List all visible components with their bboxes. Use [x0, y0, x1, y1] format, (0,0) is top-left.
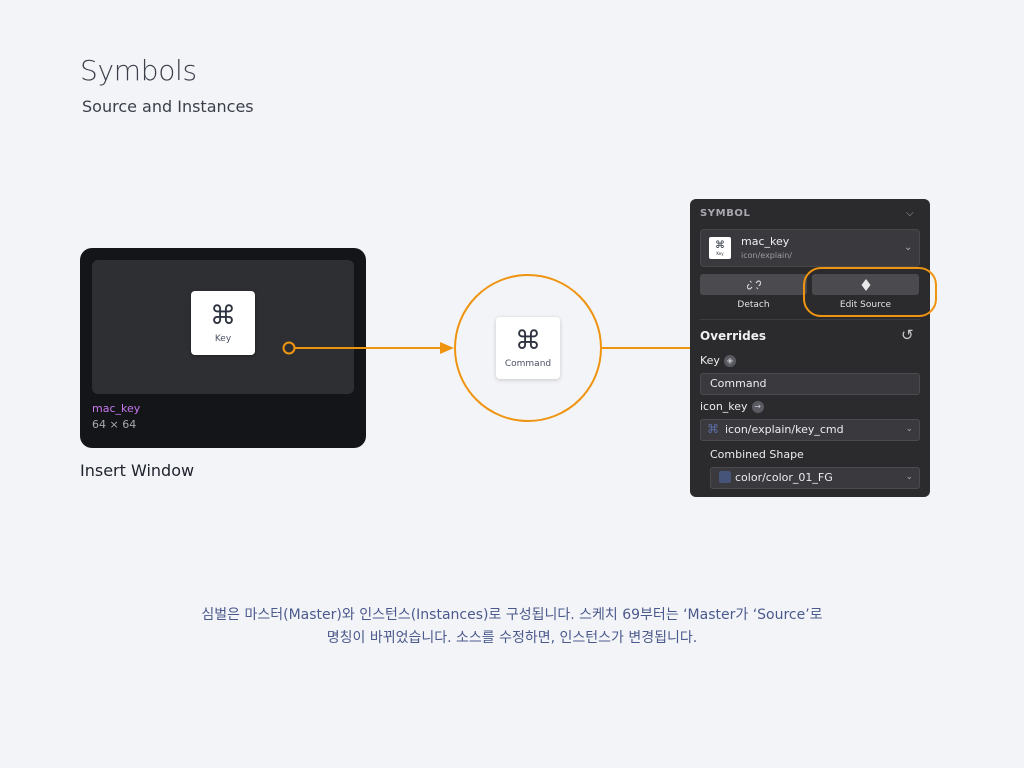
override-key-row: Key ◈ [700, 354, 736, 367]
insert-preview: ⌘ Key [92, 260, 354, 394]
page-subtitle: Source and Instances [82, 97, 254, 116]
description-line-1: 심벌은 마스터(Master)와 인스턴스(Instances)로 구성됩니다.… [201, 607, 823, 623]
detach-label: Detach [737, 300, 770, 310]
symbol-inspector-panel: SYMBOL ⌵ ⌘ Key mac_key icon/explain/ ⌄ D… [690, 199, 930, 497]
command-key-icon: ⌘ [210, 301, 236, 331]
symbol-instance-tile[interactable]: ⌘ Command [496, 317, 560, 379]
chevron-down-icon: ⌄ [905, 424, 913, 434]
insert-window: ⌘ Key mac_key 64 × 64 [80, 248, 366, 448]
page-title: Symbols [80, 54, 197, 87]
color-select[interactable]: color/color_01_FG ⌄ [710, 467, 920, 489]
description-line-2: 명칭이 바뀌었습니다. 소스를 수정하면, 인스턴스가 변경됩니다. [326, 630, 698, 646]
edit-source-highlight [803, 267, 937, 317]
insert-symbol-name: mac_key [92, 402, 141, 415]
thumbnail-label: Key [716, 250, 724, 256]
symbol-path: icon/explain/ [741, 251, 792, 260]
insert-window-caption: Insert Window [80, 461, 195, 480]
panel-divider [700, 319, 920, 320]
command-key-icon: ⌘ [707, 422, 719, 436]
color-swatch [719, 471, 731, 483]
command-key-icon: ⌘ [715, 239, 725, 251]
command-key-icon: ⌘ [515, 326, 541, 356]
key-text-field[interactable]: Command [700, 373, 920, 395]
description-text: 심벌은 마스터(Master)와 인스턴스(Instances)로 구성됩니다.… [0, 604, 1024, 650]
symbol-thumbnail: ⌘ Key [709, 237, 731, 259]
insert-symbol-size: 64 × 64 [92, 418, 137, 431]
detach-button[interactable] [700, 274, 807, 295]
key-text-value: Command [710, 377, 767, 390]
connector-arrowhead [440, 342, 454, 354]
color-value: color/color_01_FG [735, 471, 833, 484]
arrow-right-icon[interactable]: → [751, 401, 764, 413]
symbol-selector[interactable]: ⌘ Key mac_key icon/explain/ ⌄ [700, 229, 920, 267]
symbol-name: mac_key [741, 235, 790, 248]
broken-link-icon [746, 280, 761, 289]
icon-key-select[interactable]: ⌘ icon/explain/key_cmd ⌄ [700, 419, 920, 441]
collapse-chevron-icon[interactable]: ⌵ [906, 208, 914, 219]
section-title-symbol: SYMBOL [700, 208, 751, 219]
overrides-title: Overrides [700, 329, 766, 343]
symbol-source-tile[interactable]: ⌘ Key [191, 291, 255, 355]
override-icon-key-label: icon_key [700, 400, 748, 413]
key-tile-label: Key [214, 334, 232, 344]
reset-overrides-icon[interactable]: ↺ [901, 326, 914, 344]
icon-key-value: icon/explain/key_cmd [725, 423, 844, 436]
chevron-down-icon: ⌄ [904, 242, 913, 253]
combined-shape-label: Combined Shape [710, 448, 804, 461]
chevron-down-icon: ⌄ [905, 472, 913, 482]
instance-label: Command [504, 359, 552, 369]
text-layer-icon: ◈ [723, 355, 736, 367]
override-key-label: Key [700, 354, 720, 367]
override-icon-key-row: icon_key → [700, 400, 764, 413]
